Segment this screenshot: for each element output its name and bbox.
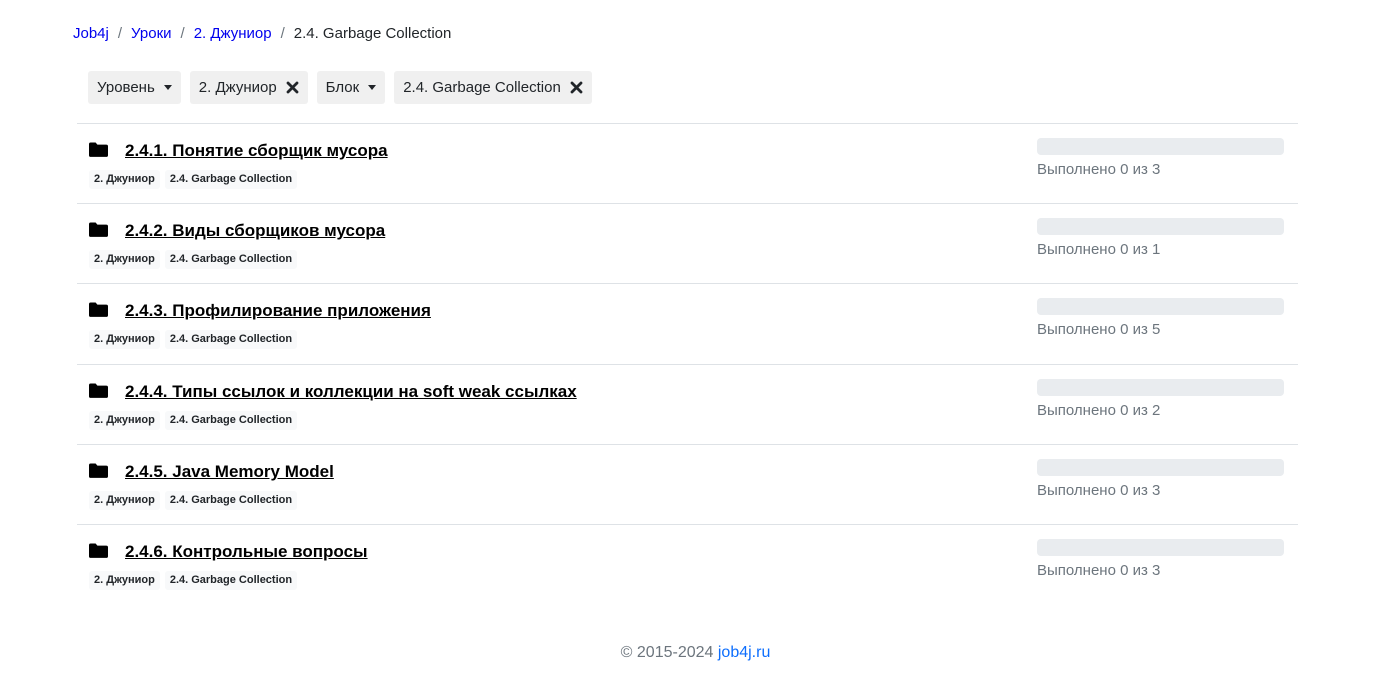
folder-icon (89, 302, 108, 322)
progress-status: Выполнено 0 из 3 (1037, 561, 1161, 579)
block-filter-chip: 2.4. Garbage Collection (394, 71, 592, 104)
level-dropdown-label: Уровень (97, 79, 155, 96)
breadcrumb-link-junior[interactable]: 2. Джуниор (194, 25, 272, 43)
folder-icon (89, 142, 108, 162)
breadcrumb: Job4j / Уроки / 2. Джуниор / 2.4. Garbag… (73, 25, 451, 43)
tag-level[interactable]: 2. Джуниор (89, 570, 160, 590)
tag-block[interactable]: 2.4. Garbage Collection (164, 170, 298, 189)
tag-block[interactable]: 2.4. Garbage Collection (164, 490, 298, 510)
topic-title-link[interactable]: 2.4.4. Типы ссылок и коллекции на soft w… (125, 382, 577, 402)
topic-tags: 2. Джуниор 2.4. Garbage Collection (89, 250, 298, 270)
footer: © 2015-2024 job4j.ru (0, 643, 1391, 663)
tag-level[interactable]: 2. Джуниор (89, 170, 160, 189)
tag-level[interactable]: 2. Джуниор (89, 250, 160, 270)
breadcrumb-separator: / (280, 25, 285, 42)
topic-row: 2.4.3. Профилирование приложения 2. Джун… (77, 283, 1298, 363)
folder-icon (89, 463, 108, 483)
topic-title-link[interactable]: 2.4.1. Понятие сборщик мусора (125, 141, 388, 161)
level-filter-value: 2. Джуниор (198, 79, 277, 96)
tag-level[interactable]: 2. Джуниор (89, 330, 160, 350)
topic-tags: 2. Джуниор 2.4. Garbage Collection (89, 570, 298, 590)
topic-title-link[interactable]: 2.4.5. Java Memory Model (125, 462, 334, 482)
footer-copyright: © 2015-2024 (620, 644, 718, 661)
progress-bar (1037, 538, 1284, 556)
progress-status: Выполнено 0 из 2 (1037, 401, 1161, 419)
tag-level[interactable]: 2. Джуниор (89, 490, 160, 510)
folder-icon (89, 222, 108, 242)
topic-row: 2.4.2. Виды сборщиков мусора 2. Джуниор … (77, 203, 1298, 283)
tag-block[interactable]: 2.4. Garbage Collection (164, 570, 298, 590)
topic-title-link[interactable]: 2.4.2. Виды сборщиков мусора (125, 221, 385, 241)
topic-row: 2.4.1. Понятие сборщик мусора 2. Джуниор… (77, 123, 1298, 203)
topic-tags: 2. Джуниор 2.4. Garbage Collection (89, 410, 298, 430)
topic-tags: 2. Джуниор 2.4. Garbage Collection (89, 490, 298, 510)
progress-status: Выполнено 0 из 3 (1037, 161, 1161, 178)
tag-level[interactable]: 2. Джуниор (89, 410, 160, 430)
footer-site-link[interactable]: job4j.ru (718, 644, 770, 661)
folder-icon (89, 543, 108, 563)
filter-bar: Уровень 2. Джуниор Блок 2.4. Garbage Col… (88, 71, 592, 104)
block-filter-value: 2.4. Garbage Collection (403, 79, 561, 96)
topic-tags: 2. Джуниор 2.4. Garbage Collection (89, 170, 298, 189)
progress-bar (1037, 218, 1284, 236)
tag-block[interactable]: 2.4. Garbage Collection (164, 410, 298, 430)
topic-tags: 2. Джуниор 2.4. Garbage Collection (89, 330, 298, 350)
level-dropdown[interactable]: Уровень (88, 71, 181, 104)
progress-status: Выполнено 0 из 1 (1037, 241, 1161, 259)
breadcrumb-link-lessons[interactable]: Уроки (131, 25, 171, 43)
tag-block[interactable]: 2.4. Garbage Collection (164, 330, 298, 350)
breadcrumb-separator: / (117, 25, 123, 42)
breadcrumb-link-job4j[interactable]: Job4j (73, 25, 109, 43)
block-dropdown-label: Блок (325, 79, 360, 96)
breadcrumb-separator: / (180, 25, 185, 42)
progress-bar (1037, 378, 1284, 396)
close-icon[interactable] (570, 81, 583, 94)
folder-icon (89, 383, 108, 403)
breadcrumb-current: 2.4. Garbage Collection (293, 25, 452, 42)
caret-down-icon (163, 85, 172, 90)
topic-row: 2.4.4. Типы ссылок и коллекции на soft w… (77, 363, 1298, 444)
topic-row: 2.4.5. Java Memory Model 2. Джуниор 2.4.… (77, 443, 1298, 524)
tag-block[interactable]: 2.4. Garbage Collection (164, 250, 298, 270)
block-dropdown[interactable]: Блок (316, 71, 386, 104)
progress-bar (1037, 138, 1284, 155)
caret-down-icon (368, 85, 377, 90)
progress-status: Выполнено 0 из 3 (1037, 481, 1161, 499)
close-icon[interactable] (286, 81, 299, 94)
progress-bar (1037, 458, 1284, 476)
progress-status: Выполнено 0 из 5 (1037, 321, 1161, 339)
topic-list: 2.4.1. Понятие сборщик мусора 2. Джуниор… (77, 123, 1298, 604)
level-filter-chip: 2. Джуниор (189, 71, 308, 104)
topic-title-link[interactable]: 2.4.6. Контрольные вопросы (125, 542, 368, 562)
progress-bar (1037, 298, 1284, 316)
topic-row: 2.4.6. Контрольные вопросы 2. Джуниор 2.… (77, 523, 1298, 604)
topic-title-link[interactable]: 2.4.3. Профилирование приложения (125, 301, 431, 321)
